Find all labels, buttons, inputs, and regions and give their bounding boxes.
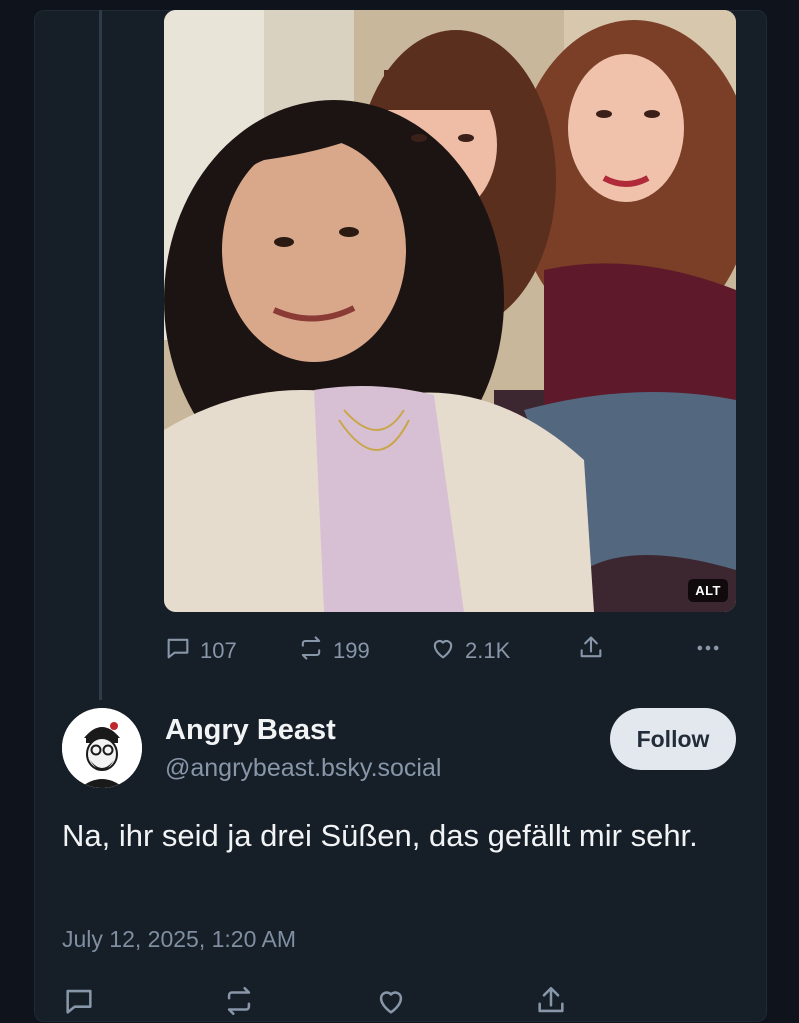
author-name[interactable]: Angry Beast [165, 714, 336, 747]
alt-badge[interactable]: ALT [688, 579, 728, 602]
reply-button[interactable]: 107 [164, 634, 237, 668]
reply-author: Angry Beast @angrybeast.bsky.social Foll… [62, 708, 762, 792]
beast-avatar-icon [62, 708, 142, 788]
avatar[interactable] [62, 708, 142, 788]
like-button[interactable]: 2.1K [429, 634, 510, 668]
reply-count: 107 [200, 638, 237, 663]
author-handle[interactable]: @angrybeast.bsky.social [165, 754, 441, 783]
like-icon [429, 634, 457, 668]
repost-button[interactable]: 199 [297, 634, 370, 668]
post-actions: 107 199 2.1K [164, 634, 736, 670]
repost-count: 199 [333, 638, 370, 663]
share-icon[interactable] [534, 984, 568, 1023]
repost-icon [297, 634, 325, 668]
share-icon [577, 634, 605, 668]
reply-icon[interactable] [62, 984, 96, 1023]
more-icon [694, 634, 722, 668]
selfie-photo [164, 10, 736, 612]
post-image[interactable]: ALT [164, 10, 736, 612]
repost-icon[interactable] [222, 984, 256, 1023]
reply-icon [164, 634, 192, 668]
like-count: 2.1K [465, 638, 511, 663]
follow-button[interactable]: Follow [610, 708, 736, 770]
reply-actions [62, 984, 742, 1016]
thread-line [99, 10, 102, 700]
like-icon[interactable] [374, 984, 408, 1023]
share-button[interactable] [577, 634, 605, 668]
more-options-button[interactable] [694, 634, 722, 668]
reply-text: Na, ihr seid ja drei Süßen, das gefällt … [62, 818, 698, 853]
reply-timestamp[interactable]: July 12, 2025, 1:20 AM [62, 926, 296, 953]
